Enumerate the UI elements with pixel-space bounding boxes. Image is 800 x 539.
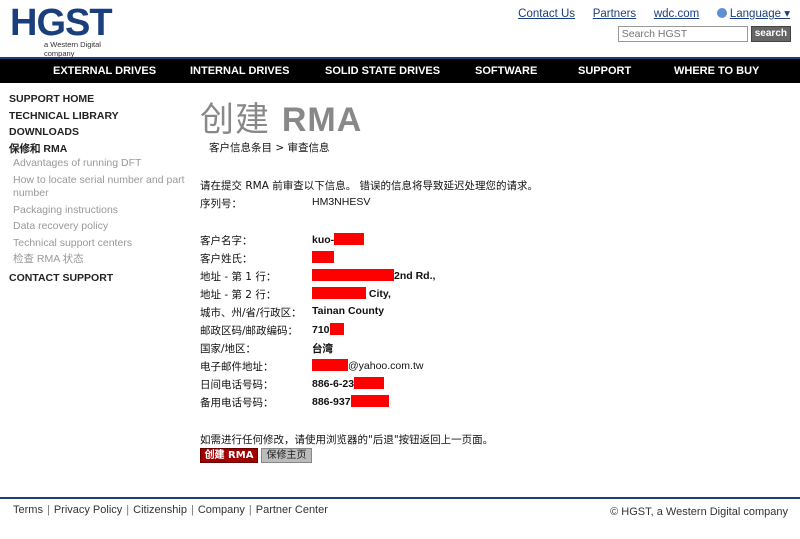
last-name-label: 客户姓氏：	[200, 253, 253, 265]
hgst-logo[interactable]: HGST a Western Digital company	[10, 2, 130, 58]
city-value: Tainan County	[312, 305, 385, 317]
first-name-label: 客户名字：	[200, 235, 253, 247]
nav-where-to-buy[interactable]: WHERE TO BUY	[674, 65, 759, 77]
redaction-box	[312, 359, 348, 371]
sidebar-item-data-recovery[interactable]: Data recovery policy	[13, 220, 189, 234]
page-title: 创建 RMA	[200, 92, 790, 141]
address1-value: 2nd Rd.,	[312, 269, 435, 282]
nav-internal-drives[interactable]: INTERNAL DRIVES	[190, 65, 289, 77]
redaction-box	[312, 251, 334, 263]
redaction-box	[312, 269, 394, 281]
language-selector[interactable]: Language ▾	[716, 8, 790, 20]
top-links: Contact Us Partners wdc.com Language ▾	[504, 6, 790, 20]
day-phone-label: 日间电话号码：	[200, 379, 274, 391]
create-rma-button[interactable]: 创建 RMA	[200, 448, 258, 463]
sidebar-item-locate-serial[interactable]: How to locate serial number and part num…	[13, 174, 189, 201]
email-value: @yahoo.com.tw	[312, 359, 423, 372]
nav-solid-state-drives[interactable]: SOLID STATE DRIVES	[325, 65, 440, 77]
city-label: 城市、州/省/行政区：	[200, 307, 302, 319]
postal-value: 710	[312, 323, 344, 336]
footer-divider	[0, 497, 800, 499]
breadcrumb: 客户信息条目 > 审查信息	[209, 142, 330, 154]
sidebar-item-support-home[interactable]: SUPPORT HOME	[9, 91, 189, 108]
address2-text: City,	[368, 288, 391, 300]
day-phone-value: 886-6-23	[312, 377, 385, 390]
country-value: 台湾	[312, 343, 333, 355]
redaction-box	[329, 323, 344, 335]
partners-link[interactable]: Partners	[593, 8, 636, 20]
footer-company-link[interactable]: Company	[198, 504, 245, 516]
footer-links: Terms | Privacy Policy | Citizenship | Company…	[13, 504, 328, 516]
address2-value: City,	[312, 287, 391, 300]
redaction-box	[312, 287, 366, 299]
first-name-text: kuo-	[312, 234, 335, 246]
redaction-box	[350, 395, 389, 407]
language-label: Language	[729, 8, 782, 20]
footer-citizenship-link[interactable]: Citizenship	[133, 504, 187, 516]
address1-label: 地址 - 第 1 行：	[200, 271, 277, 283]
redaction-box	[334, 233, 365, 245]
wdc-link[interactable]: wdc.com	[654, 8, 699, 20]
footer-terms-link[interactable]: Terms	[13, 504, 43, 516]
sidebar-item-warranty-rma[interactable]: 保修和 RMA	[9, 141, 189, 158]
footer-partner-center-link[interactable]: Partner Center	[256, 504, 328, 516]
last-name-value	[312, 251, 334, 264]
search-button[interactable]: search	[750, 26, 791, 42]
edit-note: 如需进行任何修改，请使用浏览器的"后退"按钮返回上一页面。	[200, 434, 494, 446]
redaction-box	[354, 377, 385, 389]
search-input[interactable]	[617, 26, 748, 42]
site-header: HGST a Western Digital company Contact U…	[0, 0, 800, 58]
nav-software[interactable]: SOFTWARE	[475, 65, 537, 77]
serial-label: 序列号：	[200, 198, 242, 210]
main-content: 创建 RMA 客户信息条目 > 审查信息 请在提交 RMA 前审查以下信息。 错…	[200, 92, 790, 463]
country-label: 国家/地区：	[200, 343, 257, 355]
contact-us-link[interactable]: Contact Us	[518, 8, 575, 20]
logo-text: HGST	[10, 2, 113, 44]
nav-external-drives[interactable]: EXTERNAL DRIVES	[53, 65, 156, 77]
sidebar-item-packaging[interactable]: Packaging instructions	[13, 204, 189, 218]
address2-label: 地址 - 第 2 行：	[200, 289, 277, 301]
alt-phone-label: 备用电话号码：	[200, 397, 274, 409]
email-label: 电子邮件地址：	[200, 361, 274, 373]
address1-text: 2nd Rd.,	[394, 270, 436, 282]
globe-icon	[716, 8, 727, 18]
sidebar-item-dft[interactable]: Advantages of running DFT	[13, 157, 189, 171]
copyright-text: © HGST, a Western Digital company	[610, 506, 788, 518]
logo-tagline: a Western Digital company	[44, 40, 101, 58]
day-phone-text: 886-6-23	[312, 378, 355, 390]
sidebar-item-technical-library[interactable]: TECHNICAL LIBRARY	[9, 108, 189, 125]
serial-value: HM3NHESV	[312, 196, 371, 208]
title-rma: RMA	[281, 101, 363, 139]
first-name-value: kuo-	[312, 233, 365, 246]
main-nav: EXTERNAL DRIVES INTERNAL DRIVES SOLID ST…	[0, 57, 800, 83]
sidebar-item-contact-support[interactable]: CONTACT SUPPORT	[9, 270, 189, 287]
warranty-home-button[interactable]: 保修主页	[261, 448, 312, 463]
nav-support[interactable]: SUPPORT	[578, 65, 631, 77]
postal-label: 邮政区码/邮政编码：	[200, 325, 299, 337]
alt-phone-value: 886-937	[312, 395, 389, 408]
intro-text: 请在提交 RMA 前审查以下信息。 错误的信息将导致延迟处理您的请求。	[200, 180, 539, 192]
sidebar-item-rma-status[interactable]: 检查 RMA 状态	[13, 253, 189, 267]
postal-text: 710	[312, 324, 330, 336]
sidebar-item-support-centers[interactable]: Technical support centers	[13, 237, 189, 251]
search-bar: search	[617, 26, 791, 42]
title-cn: 创建	[200, 100, 270, 140]
footer-privacy-link[interactable]: Privacy Policy	[54, 504, 122, 516]
email-text: @yahoo.com.tw	[348, 360, 424, 372]
alt-phone-text: 886-937	[312, 396, 351, 408]
sidebar-item-downloads[interactable]: DOWNLOADS	[9, 124, 189, 141]
sidebar: SUPPORT HOME TECHNICAL LIBRARY DOWNLOADS…	[9, 91, 189, 286]
